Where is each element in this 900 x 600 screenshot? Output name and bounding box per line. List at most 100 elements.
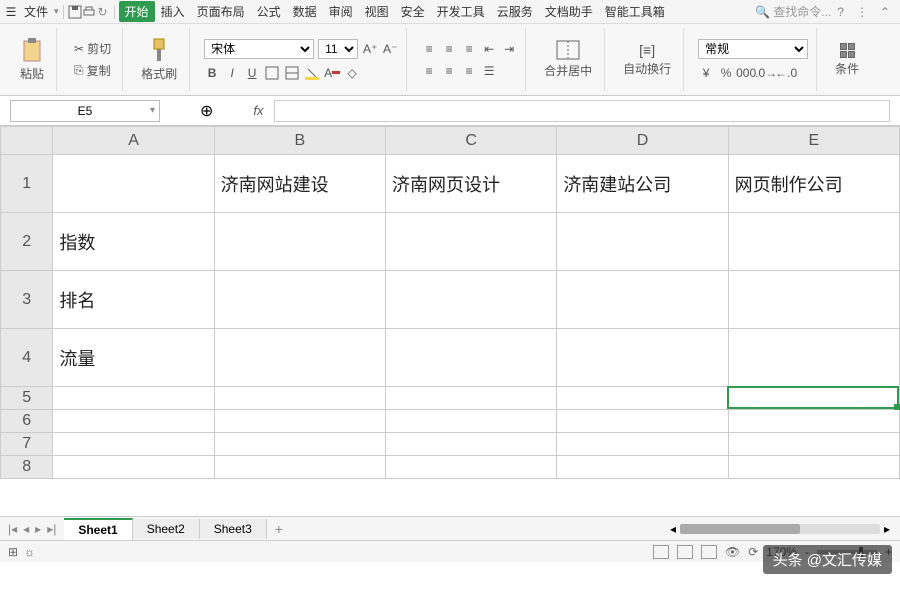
italic-button[interactable]: I <box>224 65 240 81</box>
tab-home[interactable]: 开始 <box>119 1 155 22</box>
align-bottom-icon[interactable]: ≡ <box>461 41 477 57</box>
number-format-select[interactable]: 常规 <box>698 39 808 59</box>
cell[interactable] <box>728 433 899 456</box>
cell[interactable] <box>728 271 899 329</box>
cell[interactable]: 济南建站公司 <box>557 155 728 213</box>
copy-button[interactable]: ⎘复制 <box>71 61 114 80</box>
grid-table[interactable]: A B C D E 1济南网站建设济南网页设计济南建站公司网页制作公司 2指数 … <box>0 126 900 479</box>
cell[interactable] <box>557 410 728 433</box>
cell[interactable] <box>385 410 556 433</box>
status-input-icon[interactable]: ☼ <box>24 545 35 559</box>
cell[interactable]: 流量 <box>53 329 214 387</box>
eye-icon[interactable]: 👁 <box>725 545 740 559</box>
cell[interactable] <box>53 410 214 433</box>
tab-data[interactable]: 数据 <box>287 3 323 20</box>
indent-right-icon[interactable]: ⇥ <box>501 41 517 57</box>
redo-icon[interactable]: ↻ <box>96 5 110 19</box>
cell[interactable] <box>385 329 556 387</box>
tab-insert[interactable]: 插入 <box>155 3 191 20</box>
indent-left-icon[interactable]: ⇤ <box>481 41 497 57</box>
tab-security[interactable]: 安全 <box>395 3 431 20</box>
cell-style-icon[interactable] <box>284 65 300 81</box>
hamburger-icon[interactable]: ☰ <box>4 5 18 19</box>
percent-button[interactable]: % <box>718 65 734 81</box>
cell[interactable] <box>385 213 556 271</box>
cell[interactable] <box>214 213 385 271</box>
cell[interactable] <box>214 329 385 387</box>
add-sheet-button[interactable]: + <box>267 521 291 537</box>
cell[interactable] <box>385 456 556 479</box>
zoom-in-button[interactable]: + <box>885 545 892 559</box>
print-icon[interactable] <box>82 5 96 19</box>
horizontal-scrollbar[interactable] <box>680 524 880 534</box>
page-view-button[interactable] <box>677 545 693 559</box>
col-header-d[interactable]: D <box>557 127 728 155</box>
cell[interactable] <box>557 456 728 479</box>
formula-input[interactable] <box>274 100 890 122</box>
prev-sheet-icon[interactable]: ◂ <box>21 522 31 536</box>
decrease-decimal-icon[interactable]: ←.0 <box>778 65 794 81</box>
decrease-font-icon[interactable]: A⁻ <box>382 41 398 57</box>
collapse-ribbon-icon[interactable]: ⌃ <box>880 5 890 19</box>
cell[interactable] <box>385 433 556 456</box>
wrap-text-button[interactable]: [≡] 自动换行 <box>619 40 675 79</box>
first-sheet-icon[interactable]: |◂ <box>6 522 19 536</box>
underline-button[interactable]: U <box>244 65 260 81</box>
fx-label[interactable]: fx <box>253 103 263 118</box>
zoom-level[interactable]: 170% <box>766 545 797 559</box>
sheet-tab-3[interactable]: Sheet3 <box>200 519 267 539</box>
cell[interactable] <box>53 456 214 479</box>
sheet-tab-2[interactable]: Sheet2 <box>133 519 200 539</box>
cell[interactable]: 济南网站建设 <box>214 155 385 213</box>
zoom-out-button[interactable]: - <box>805 545 809 559</box>
row-header[interactable]: 5 <box>1 387 53 410</box>
cell[interactable] <box>557 213 728 271</box>
tab-view[interactable]: 视图 <box>359 3 395 20</box>
border-button[interactable] <box>264 65 280 81</box>
cell[interactable] <box>728 410 899 433</box>
currency-icon[interactable]: ¥ <box>698 65 714 81</box>
last-sheet-icon[interactable]: ▸| <box>45 522 58 536</box>
cell[interactable] <box>557 387 728 410</box>
tab-review[interactable]: 审阅 <box>323 3 359 20</box>
help-icon[interactable]: ? <box>837 5 844 19</box>
cell[interactable] <box>214 271 385 329</box>
cell[interactable]: 指数 <box>53 213 214 271</box>
align-top-icon[interactable]: ≡ <box>421 41 437 57</box>
bold-button[interactable]: B <box>204 65 220 81</box>
font-size-select[interactable]: 11 <box>318 39 358 59</box>
cell[interactable] <box>214 387 385 410</box>
tab-page-layout[interactable]: 页面布局 <box>191 3 251 20</box>
scroll-right-icon[interactable]: ▸ <box>884 522 890 536</box>
increase-decimal-icon[interactable]: .0→ <box>758 65 774 81</box>
paste-button[interactable]: 粘贴 <box>16 35 48 84</box>
col-header-b[interactable]: B <box>214 127 385 155</box>
row-header[interactable]: 6 <box>1 410 53 433</box>
align-right-icon[interactable]: ≡ <box>461 63 477 79</box>
cell[interactable] <box>214 456 385 479</box>
zoom-formula-icon[interactable]: ⊕ <box>200 101 213 121</box>
cut-button[interactable]: ✂剪切 <box>71 39 114 58</box>
cell-e5[interactable] <box>728 387 899 410</box>
scroll-left-icon[interactable]: ◂ <box>670 522 676 536</box>
cell[interactable] <box>214 410 385 433</box>
clear-format-icon[interactable]: ◇ <box>344 65 360 81</box>
cell[interactable] <box>728 329 899 387</box>
cell[interactable] <box>385 387 556 410</box>
break-view-button[interactable] <box>701 545 717 559</box>
scrollbar-thumb[interactable] <box>680 524 800 534</box>
increase-font-icon[interactable]: A⁺ <box>362 41 378 57</box>
cell[interactable]: 济南网页设计 <box>385 155 556 213</box>
col-header-c[interactable]: C <box>385 127 556 155</box>
cell[interactable] <box>728 456 899 479</box>
tab-formulas[interactable]: 公式 <box>251 3 287 20</box>
row-header[interactable]: 8 <box>1 456 53 479</box>
cell[interactable] <box>53 155 214 213</box>
cell[interactable] <box>557 329 728 387</box>
cell[interactable] <box>385 271 556 329</box>
merge-center-button[interactable]: 合并居中 <box>540 38 596 81</box>
cell[interactable] <box>728 213 899 271</box>
align-middle-icon[interactable]: ≡ <box>441 41 457 57</box>
cell[interactable] <box>214 433 385 456</box>
row-header[interactable]: 7 <box>1 433 53 456</box>
